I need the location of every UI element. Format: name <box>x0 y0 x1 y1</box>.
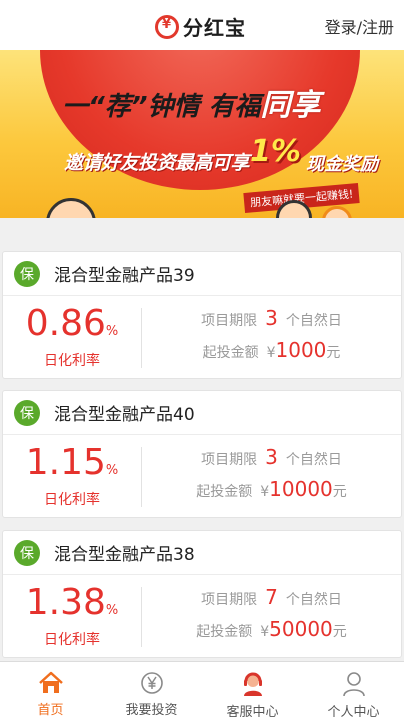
home-icon <box>38 671 64 695</box>
daily-rate-label: 日化利率 <box>44 492 100 508</box>
tab-customer-service[interactable]: 客服中心 <box>202 662 303 717</box>
product-title: 混合型金融产品38 <box>54 545 195 565</box>
tab-label: 个人中心 <box>327 705 380 717</box>
logo-icon <box>155 14 179 39</box>
customer-service-icon <box>240 671 266 697</box>
term-info: 项目期限 7 个自然日 <box>201 585 342 609</box>
product-title: 混合型金融产品39 <box>54 266 195 286</box>
tab-label: 客服中心 <box>226 705 279 717</box>
app-header: 分红宝 登录/注册 <box>0 0 404 50</box>
product-card[interactable]: 保 混合型金融产品39 0.86% 日化利率 项目期限 3 个自然日 起投金额 ¥10… <box>2 251 402 379</box>
banner-character-left <box>46 198 96 218</box>
banner-reward: 现金奖励 <box>306 154 378 175</box>
daily-rate-label: 日化利率 <box>44 632 100 648</box>
tab-label: 我要投资 <box>125 703 178 717</box>
promo-banner[interactable]: 一“荐”钟情 有福同享 邀请好友投资最高可享 1% 现金奖励 朋友嘛就要一起赚钱… <box>0 50 404 218</box>
user-icon <box>341 671 367 697</box>
min-investment-info: 起投金额 ¥10000元 <box>196 477 347 501</box>
min-investment-info: 起投金额 ¥1000元 <box>202 338 341 362</box>
banner-character-right2 <box>322 206 352 218</box>
banner-percent: 1% <box>250 134 301 169</box>
term-info: 项目期限 3 个自然日 <box>201 445 342 469</box>
daily-rate: 1.38% <box>25 582 119 623</box>
daily-rate-label: 日化利率 <box>44 353 100 369</box>
tab-invest[interactable]: 我要投资 <box>101 662 202 717</box>
daily-rate: 0.86% <box>25 303 119 344</box>
login-register-link[interactable]: 登录/注册 <box>325 14 394 38</box>
tab-home[interactable]: 首页 <box>0 662 101 717</box>
guaranteed-badge: 保 <box>14 539 40 566</box>
product-title: 混合型金融产品40 <box>54 405 195 425</box>
daily-rate: 1.15% <box>25 442 119 483</box>
product-card[interactable]: 保 混合型金融产品38 1.38% 日化利率 项目期限 7 个自然日 起投金额 ¥50… <box>2 530 402 658</box>
tab-label: 首页 <box>37 703 64 717</box>
tab-profile[interactable]: 个人中心 <box>303 662 404 717</box>
guaranteed-badge: 保 <box>14 399 40 426</box>
banner-subheadline: 邀请好友投资最高可享 <box>64 152 250 174</box>
logo-text: 分红宝 <box>183 16 246 40</box>
yen-coin-icon <box>139 671 165 695</box>
bottom-tab-bar: 首页 我要投资 客服中心 个人中心 <box>0 661 404 717</box>
min-investment-info: 起投金额 ¥50000元 <box>196 617 347 641</box>
banner-headline: 一“荐”钟情 有福同享 <box>62 88 321 123</box>
app-logo[interactable]: 分红宝 <box>155 12 246 41</box>
guaranteed-badge: 保 <box>14 260 40 287</box>
term-info: 项目期限 3 个自然日 <box>201 306 342 330</box>
product-card[interactable]: 保 混合型金融产品40 1.15% 日化利率 项目期限 3 个自然日 起投金额 ¥10… <box>2 390 402 518</box>
